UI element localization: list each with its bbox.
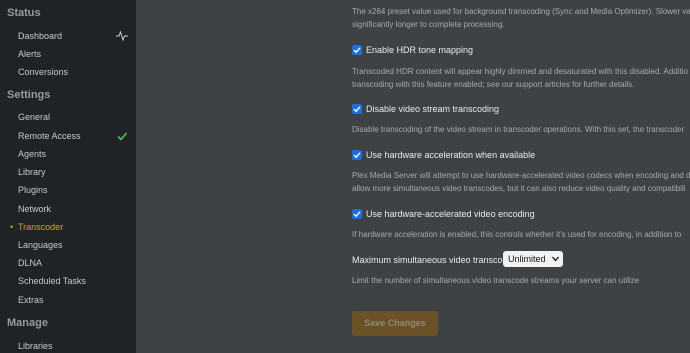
check-icon xyxy=(117,132,128,141)
sidebar-item-dashboard[interactable]: Dashboard xyxy=(0,27,136,45)
check-icon xyxy=(353,47,361,54)
check-icon xyxy=(353,106,361,113)
check-icon xyxy=(353,211,361,218)
sidebar-item-label: Library xyxy=(18,167,46,177)
sidebar-item-remote-access[interactable]: Remote Access xyxy=(0,127,136,145)
hdr-description: Transcoded HDR content will appear highl… xyxy=(352,67,688,76)
section-heading-settings: Settings xyxy=(7,89,51,101)
settings-panel: The x264 preset value used for backgroun… xyxy=(136,0,690,353)
sidebar-item-label: Agents xyxy=(18,149,47,159)
sidebar-item-libraries[interactable]: Libraries xyxy=(0,337,136,353)
disable-video-checkbox[interactable] xyxy=(352,104,362,114)
sidebar: Status Dashboard Alerts Conversions Sett… xyxy=(0,0,136,353)
disable-video-description: Disable transcoding of the video stream … xyxy=(352,125,685,134)
sidebar-item-label: Conversions xyxy=(18,67,69,77)
sidebar-item-label: Plugins xyxy=(18,185,48,195)
preset-description: The x264 preset value used for backgroun… xyxy=(352,7,690,16)
hw-accel-label: Use hardware acceleration when available xyxy=(366,150,536,160)
sidebar-item-label: General xyxy=(18,112,51,122)
preset-description-cont: significantly longer to complete process… xyxy=(352,20,505,29)
sidebar-item-label: Dashboard xyxy=(18,31,63,41)
chevron-down-icon xyxy=(552,256,559,262)
sidebar-item-network[interactable]: Network xyxy=(0,200,136,218)
hdr-label: Enable HDR tone mapping xyxy=(366,45,474,55)
check-icon xyxy=(353,152,361,159)
hw-accel-checkbox[interactable] xyxy=(352,150,362,160)
sidebar-item-label: Libraries xyxy=(18,341,53,351)
max-transcode-value: Unlimited xyxy=(508,254,546,264)
sidebar-item-scheduled-tasks[interactable]: Scheduled Tasks xyxy=(0,272,136,290)
disable-video-transcoding-option[interactable]: Disable video stream transcoding xyxy=(352,103,499,115)
sidebar-item-library[interactable]: Library xyxy=(0,163,136,181)
hw-encoding-checkbox[interactable] xyxy=(352,209,362,219)
max-transcode-description: Limit the number of simultaneous video t… xyxy=(352,276,640,285)
sidebar-item-dlna[interactable]: DLNA xyxy=(0,254,136,272)
hw-accel-description: Plex Media Server will attempt to use ha… xyxy=(352,171,690,180)
sidebar-item-extras[interactable]: Extras xyxy=(0,291,136,309)
hdr-checkbox[interactable] xyxy=(352,45,362,55)
sidebar-item-agents[interactable]: Agents xyxy=(0,145,136,163)
hardware-encoding-option[interactable]: Use hardware-accelerated video encoding xyxy=(352,208,535,220)
max-transcode-label: Maximum simultaneous video transcode xyxy=(352,255,513,265)
sidebar-item-label: Remote Access xyxy=(18,131,81,141)
sidebar-item-transcoder[interactable]: • Transcoder xyxy=(0,218,136,236)
sidebar-item-label: DLNA xyxy=(18,258,43,268)
sidebar-item-general[interactable]: General xyxy=(0,108,136,126)
sidebar-item-label: Scheduled Tasks xyxy=(18,276,86,286)
max-transcode-select[interactable]: Unlimited xyxy=(503,251,563,267)
section-heading-manage: Manage xyxy=(7,317,48,329)
hardware-acceleration-option[interactable]: Use hardware acceleration when available xyxy=(352,149,535,161)
disable-video-label: Disable video stream transcoding xyxy=(366,104,500,114)
active-bullet-icon: • xyxy=(10,222,14,232)
section-heading-status: Status xyxy=(7,7,41,19)
activity-pulse-icon xyxy=(116,30,128,42)
sidebar-item-languages[interactable]: Languages xyxy=(0,236,136,254)
sidebar-item-conversions[interactable]: Conversions xyxy=(0,63,136,81)
sidebar-item-alerts[interactable]: Alerts xyxy=(0,45,136,63)
sidebar-item-label: Network xyxy=(18,204,52,214)
hw-accel-description-cont: allow more simultaneous video transcodes… xyxy=(352,184,686,193)
save-changes-button[interactable]: Save Changes xyxy=(352,311,438,336)
hw-encoding-description: If hardware acceleration is enabled, thi… xyxy=(352,230,682,239)
hdr-description-cont: transcoding with this feature enabled; s… xyxy=(352,80,635,89)
hw-encoding-label: Use hardware-accelerated video encoding xyxy=(366,209,535,219)
sidebar-item-label: Languages xyxy=(18,240,63,250)
sidebar-item-plugins[interactable]: Plugins xyxy=(0,181,136,199)
sidebar-item-label: Alerts xyxy=(18,49,42,59)
hdr-tone-mapping-option[interactable]: Enable HDR tone mapping xyxy=(352,44,473,56)
sidebar-item-label: Transcoder xyxy=(18,222,64,232)
sidebar-item-label: Extras xyxy=(18,295,44,305)
